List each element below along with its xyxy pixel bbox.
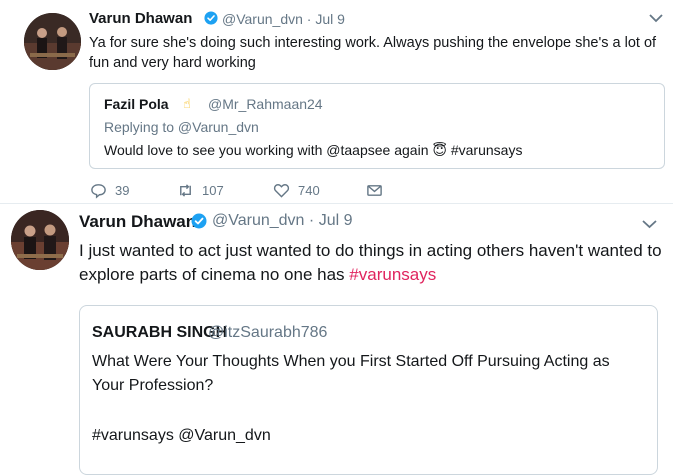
message-icon <box>367 185 382 196</box>
retweet-count: 107 <box>202 183 224 198</box>
quoted-author-name: SAURABH SINGH <box>92 324 228 341</box>
tweet-text: I just wanted to act just wanted to do t… <box>79 239 664 287</box>
hashtag-link[interactable]: #varunsays <box>349 265 436 284</box>
quoted-author-handle: @Mr_Rahmaan24 <box>208 96 323 112</box>
retweet-button[interactable]: 107 <box>177 182 224 199</box>
verified-badge-icon <box>204 11 218 25</box>
like-count: 740 <box>298 183 320 198</box>
quoted-text: What Were Your Thoughts When you First S… <box>92 353 610 394</box>
reply-icon <box>91 184 106 199</box>
reply-count: 39 <box>115 183 130 198</box>
tweet-date[interactable]: Jul 9 <box>319 212 353 229</box>
quoted-author-name: Fazil Pola <box>104 96 169 112</box>
handle-and-date: @Varun_dvn · Jul 9 <box>222 11 345 27</box>
hand-emoji-icon: ☝ <box>183 96 191 111</box>
quoted-tweet[interactable]: SAURABH SINGH @itzSaurabh786 What Were Y… <box>79 305 658 475</box>
like-icon <box>273 184 290 198</box>
avatar[interactable] <box>11 210 69 270</box>
author-name[interactable]: Varun Dhawan <box>79 212 196 232</box>
handle-and-date: @Varun_dvn · Jul 9 <box>212 212 352 230</box>
tweet-card[interactable]: Varun Dhawan @Varun_dvn · Jul 9 I just w… <box>0 204 673 475</box>
reply-button[interactable]: 39 <box>90 182 129 199</box>
author-handle[interactable]: @Varun_dvn <box>222 11 303 27</box>
tweet-date[interactable]: Jul 9 <box>315 11 345 27</box>
quoted-text: Would love to see you working with @taap… <box>104 142 523 158</box>
like-button[interactable]: 740 <box>273 182 320 199</box>
chevron-down-icon[interactable] <box>642 219 657 229</box>
separator: · <box>308 212 319 229</box>
chevron-down-icon[interactable] <box>649 13 663 23</box>
quoted-author-handle: @itzSaurabh786 <box>208 324 328 341</box>
author-name[interactable]: Varun Dhawan <box>89 10 192 27</box>
tweet-card[interactable]: Varun Dhawan @Varun_dvn · Jul 9 Ya for s… <box>0 0 673 204</box>
replying-to: Replying to @Varun_dvn <box>104 119 259 135</box>
retweet-icon <box>180 184 191 197</box>
tweet-text: Ya for sure she's doing such interesting… <box>89 35 657 71</box>
verified-badge-icon <box>191 213 207 229</box>
message-button[interactable] <box>366 182 383 199</box>
avatar[interactable] <box>24 13 81 70</box>
author-handle[interactable]: @Varun_dvn <box>212 212 304 229</box>
quoted-tags: #varunsays @Varun_dvn <box>92 427 271 444</box>
quoted-tweet[interactable]: Fazil Pola ☝ @Mr_Rahmaan24 Replying to @… <box>89 83 665 169</box>
